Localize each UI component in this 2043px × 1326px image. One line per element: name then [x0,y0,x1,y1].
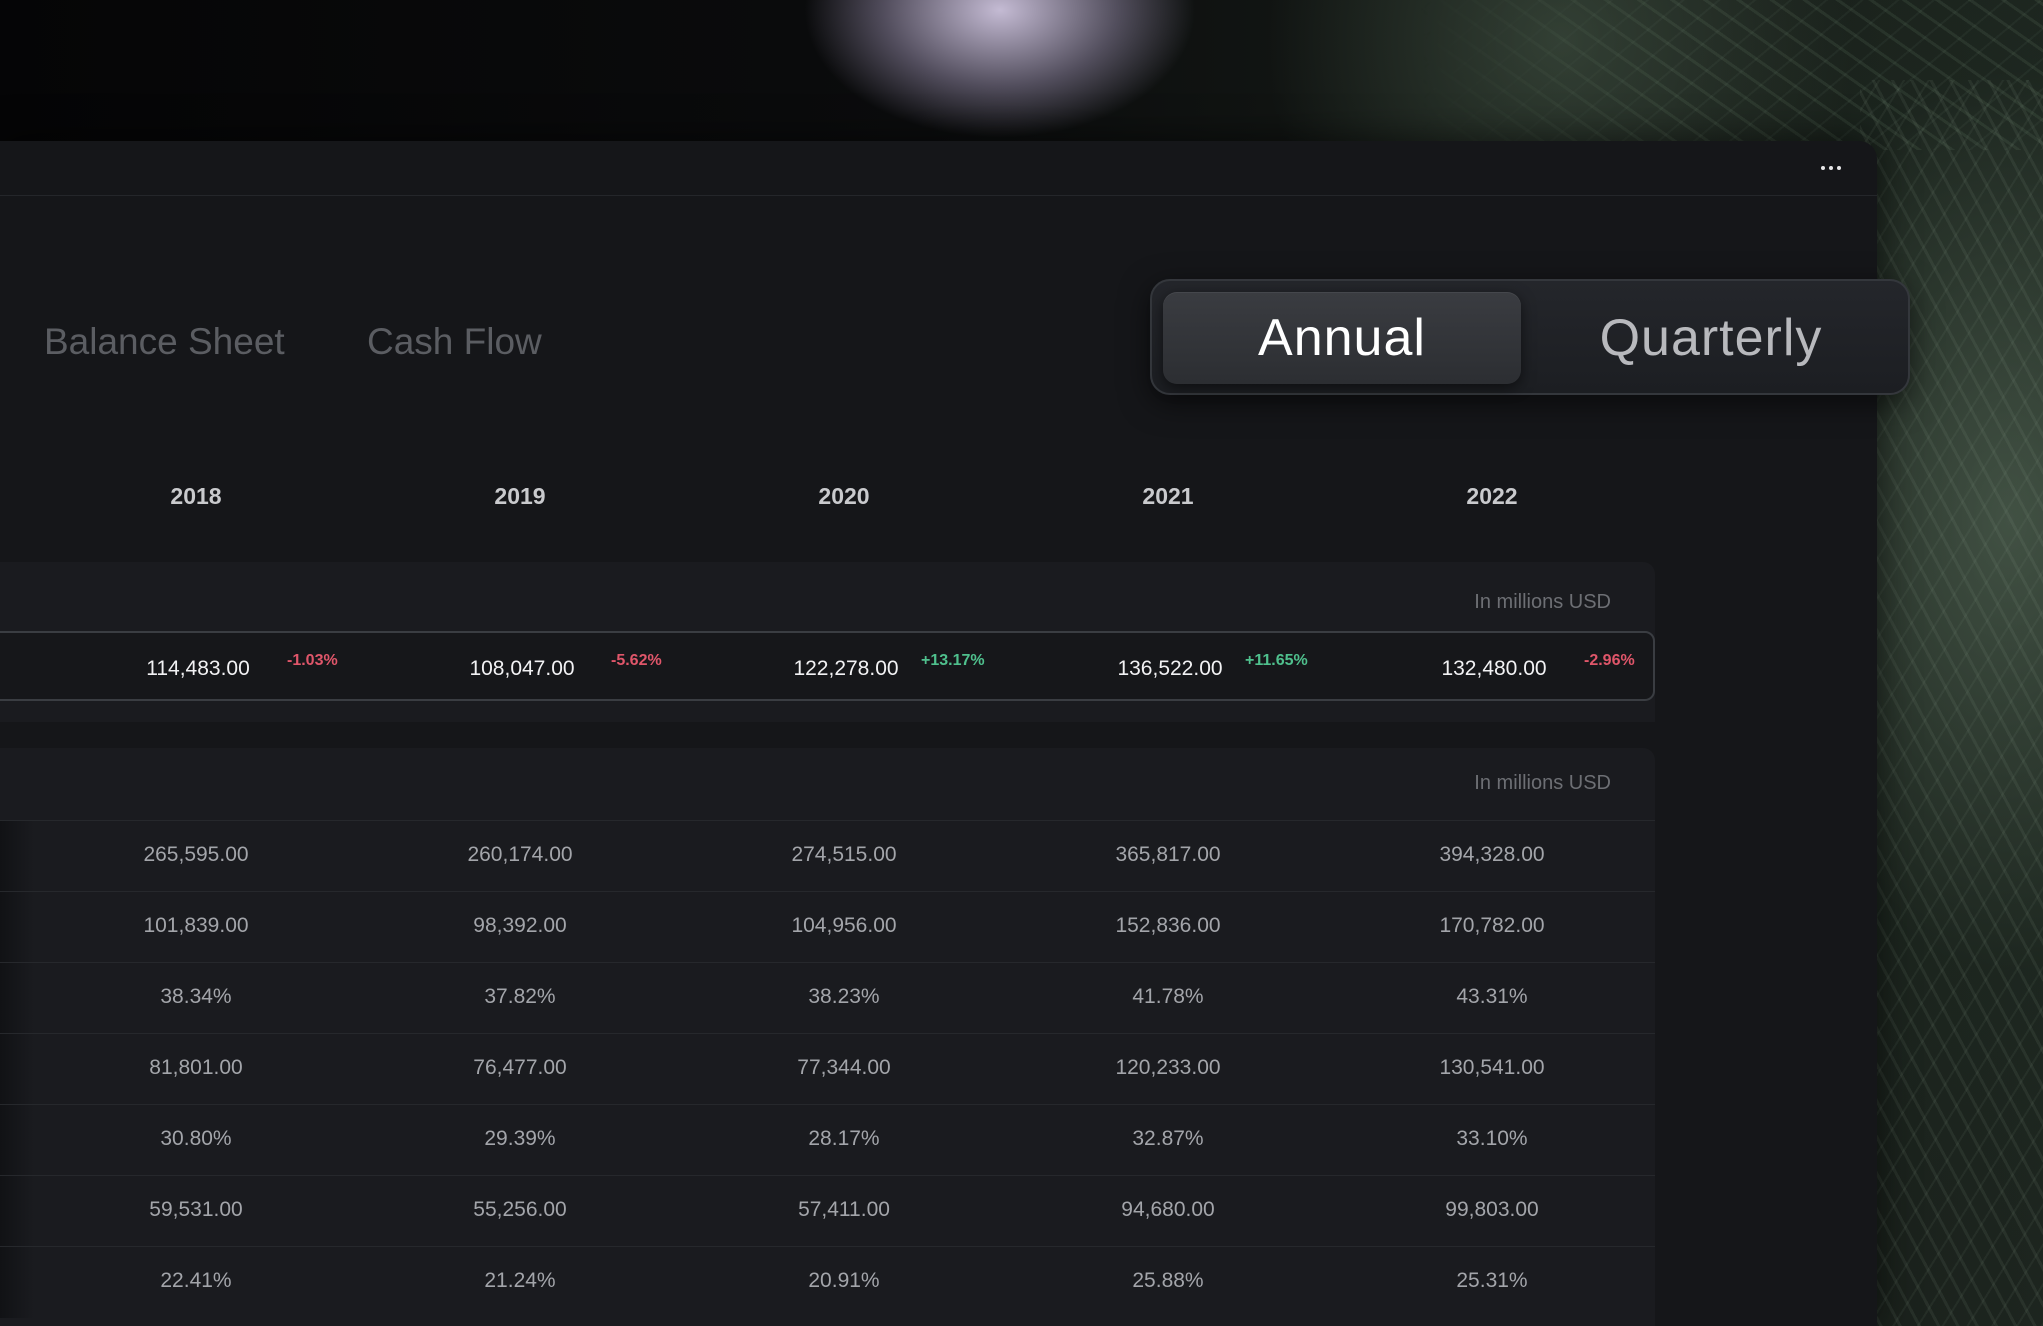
table-cell: 25.88% [1132,1269,1204,1292]
row-label-fade [0,1105,34,1176]
table-cell: 170,782.00 [1439,914,1545,937]
change-badge: -2.96% [1584,652,1635,669]
table-cell: 38.23% [808,985,880,1008]
table-row[interactable]: 101,839.00 98,392.00 104,956.00 152,836.… [0,891,1655,963]
more-horizontal-icon [1821,166,1841,170]
table-row[interactable]: 22.41% 21.24% 20.91% 25.88% 25.31% [0,1246,1655,1318]
year-header-2021: 2021 [1142,483,1194,509]
table-cell: 274,515.00 [791,843,897,866]
foliage-decoration-right [1860,80,2043,1326]
table-row[interactable]: 30.80% 29.39% 28.17% 32.87% 33.10% [0,1104,1655,1176]
table-row[interactable]: 59,531.00 55,256.00 57,411.00 94,680.00 … [0,1175,1655,1247]
table-cell: 101,839.00 [143,914,249,937]
table-cell: 76,477.00 [473,1056,567,1079]
units-label: In millions USD [1474,591,1611,613]
table-cell: 260,174.00 [467,843,573,866]
table-cell: 43.31% [1456,985,1528,1008]
table-cell: 81,801.00 [149,1056,243,1079]
change-badge: +13.17% [921,652,985,669]
table-cell: 22.41% [160,1269,232,1292]
table-cell: 59,531.00 [149,1198,243,1221]
row-label-fade [0,1176,34,1247]
period-option-quarterly[interactable]: Quarterly [1530,292,1892,384]
table-cell: 28.17% [808,1127,880,1150]
units-label: In millions USD [1474,772,1611,794]
row-label-fade [0,892,34,963]
table-cell: 33.10% [1456,1127,1528,1150]
table-cell: 114,483.00 [146,657,250,680]
row-label-fade [0,821,34,892]
year-header-2019: 2019 [494,483,546,509]
table-cell: 30.80% [160,1127,232,1150]
table-cell: 37.82% [484,985,556,1008]
table-cell: 108,047.00 [469,657,575,680]
table-cell: 120,233.00 [1115,1056,1221,1079]
period-toggle: Annual Quarterly [1150,279,1910,395]
table-cell: 29.39% [484,1127,556,1150]
table-cell: 122,278.00 [793,657,899,680]
table-cell: 94,680.00 [1121,1198,1215,1221]
more-options-button[interactable] [1813,157,1849,179]
table-cell: 55,256.00 [473,1198,567,1221]
table-cell: 99,803.00 [1445,1198,1539,1221]
tab-balance-sheet[interactable]: Balance Sheet [44,321,285,363]
table-cell: 365,817.00 [1115,843,1221,866]
title-bar [0,141,1877,196]
year-header-2020: 2020 [818,483,870,509]
table-cell: 25.31% [1456,1269,1528,1292]
table-row[interactable]: 38.34% 37.82% 38.23% 41.78% 43.31% [0,962,1655,1034]
table-row[interactable]: 81,801.00 76,477.00 77,344.00 120,233.00… [0,1033,1655,1105]
tab-cash-flow[interactable]: Cash Flow [367,321,542,363]
section-income-statement: In millions USD 265,595.00 260,174.00 27… [0,748,1655,1326]
table-cell: 132,480.00 [1441,657,1547,680]
table-cell: 394,328.00 [1439,843,1545,866]
table-cell: 20.91% [808,1269,880,1292]
year-header-2022: 2022 [1466,483,1518,509]
table-cell: 130,541.00 [1439,1056,1545,1079]
table-cell: 21.24% [484,1269,556,1292]
row-label-fade [0,1034,34,1105]
table-cell: 57,411.00 [798,1198,890,1221]
period-option-annual[interactable]: Annual [1163,292,1521,384]
table-cell: 136,522.00 [1117,657,1223,680]
section-summary: In millions USD 114,483.00 -1.03% 108,04… [0,562,1655,722]
change-badge: +11.65% [1245,652,1308,669]
table-cell: 38.34% [160,985,232,1008]
table-cell: 98,392.00 [473,914,567,937]
table-cell: 41.78% [1132,985,1204,1008]
year-header-2018: 2018 [170,483,222,509]
change-badge: -1.03% [287,652,338,669]
table-cell: 104,956.00 [791,914,897,937]
change-badge: -5.62% [611,652,662,669]
highlighted-row[interactable]: 114,483.00 -1.03% 108,047.00 -5.62% 122,… [0,631,1655,701]
row-label-fade [0,1247,34,1318]
table-cell: 265,595.00 [143,843,249,866]
row-label-fade [0,963,34,1034]
table-cell: 32.87% [1132,1127,1204,1150]
table-row[interactable]: 265,595.00 260,174.00 274,515.00 365,817… [0,820,1655,892]
table-cell: 77,344.00 [797,1056,891,1079]
table-cell: 152,836.00 [1115,914,1221,937]
